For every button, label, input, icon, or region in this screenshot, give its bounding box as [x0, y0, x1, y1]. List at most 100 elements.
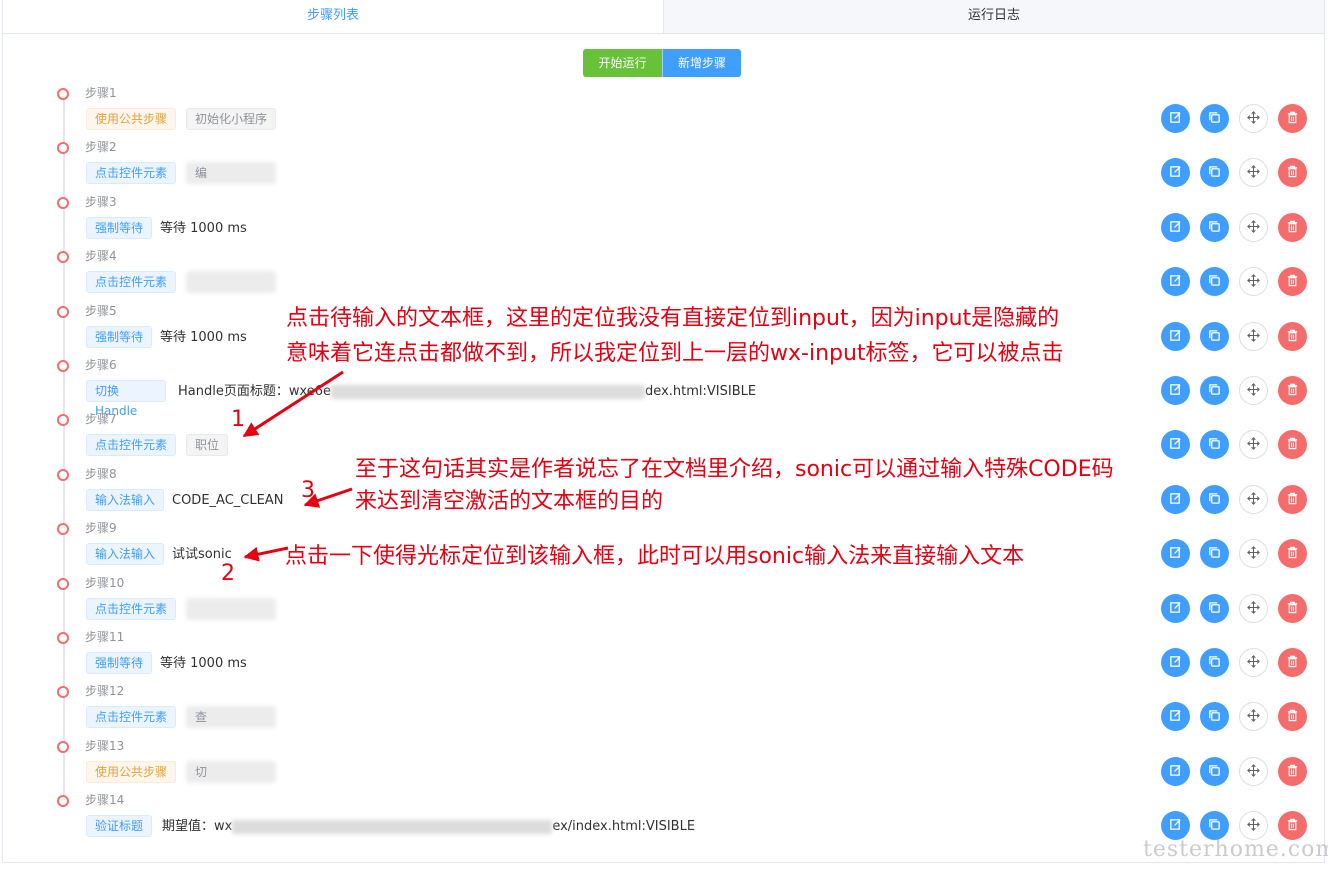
element-tag: 切 — [195, 765, 208, 779]
move-handle[interactable] — [1239, 757, 1268, 786]
copy-button[interactable] — [1200, 648, 1229, 677]
edit-icon — [1169, 544, 1182, 563]
move-handle[interactable] — [1239, 702, 1268, 731]
edit-button[interactable] — [1161, 322, 1190, 351]
delete-button[interactable] — [1278, 158, 1307, 187]
copy-icon — [1208, 381, 1221, 400]
edit-button[interactable] — [1161, 648, 1190, 677]
move-icon — [1247, 218, 1260, 237]
step-value: 等待 1000 ms — [160, 656, 247, 671]
edit-button[interactable] — [1161, 811, 1190, 840]
edit-icon — [1169, 218, 1182, 237]
edit-button[interactable] — [1161, 158, 1190, 187]
delete-button[interactable] — [1278, 104, 1307, 133]
annotation-number-2: 2 — [221, 561, 235, 586]
annotation-3-line1: 至于这句话其实是作者说忘了在文档里介绍，sonic可以通过输入特殊CODE码 — [355, 457, 1114, 482]
edit-button[interactable] — [1161, 213, 1190, 242]
step-type-tag: 使用公共步骤 — [86, 108, 176, 130]
step-item: 步骤3 强制等待 等待 1000 ms — [0, 195, 1328, 249]
delete-button[interactable] — [1278, 757, 1307, 786]
move-handle[interactable] — [1239, 267, 1268, 296]
move-handle[interactable] — [1239, 539, 1268, 568]
copy-button[interactable] — [1200, 213, 1229, 242]
copy-button[interactable] — [1200, 811, 1229, 840]
copy-button[interactable] — [1200, 539, 1229, 568]
copy-button[interactable] — [1200, 485, 1229, 514]
move-handle[interactable] — [1239, 430, 1268, 459]
step-actions — [1161, 104, 1307, 133]
copy-button[interactable] — [1200, 757, 1229, 786]
annotation-3-line2: 来达到清空激活的文本框的目的 — [355, 489, 664, 514]
move-handle[interactable] — [1239, 104, 1268, 133]
copy-button[interactable] — [1200, 104, 1229, 133]
step-actions — [1161, 648, 1307, 677]
copy-button[interactable] — [1200, 267, 1229, 296]
move-handle[interactable] — [1239, 376, 1268, 405]
copy-button[interactable] — [1200, 322, 1229, 351]
edit-button[interactable] — [1161, 430, 1190, 459]
edit-button[interactable] — [1161, 539, 1190, 568]
edit-button[interactable] — [1161, 104, 1190, 133]
delete-button[interactable] — [1278, 322, 1307, 351]
edit-icon — [1169, 163, 1182, 182]
move-icon — [1247, 707, 1260, 726]
start-run-button[interactable]: 开始运行 — [583, 49, 662, 77]
timeline-dot — [57, 578, 69, 590]
move-handle[interactable] — [1239, 485, 1268, 514]
step-title: 步骤2 — [85, 140, 117, 154]
element-tag: 初始化小程序 — [186, 108, 277, 130]
delete-icon — [1286, 816, 1299, 835]
timeline-dot — [57, 469, 69, 481]
step-type-tag: 点击控件元素 — [86, 271, 176, 293]
step-type-tag: 输入法输入 — [86, 543, 164, 565]
step-value: 等待 1000 ms — [160, 221, 247, 236]
move-handle[interactable] — [1239, 322, 1268, 351]
step-title: 步骤3 — [85, 195, 117, 209]
delete-icon — [1286, 599, 1299, 618]
edit-icon — [1169, 327, 1182, 346]
watermark: testerhome.com — [1143, 837, 1328, 862]
copy-button[interactable] — [1200, 594, 1229, 623]
copy-button[interactable] — [1200, 702, 1229, 731]
delete-button[interactable] — [1278, 376, 1307, 405]
step-type-tag: 点击控件元素 — [86, 706, 176, 728]
timeline-dot — [57, 523, 69, 535]
copy-button[interactable] — [1200, 376, 1229, 405]
copy-icon — [1208, 272, 1221, 291]
step-type-tag: 强制等待 — [86, 652, 152, 674]
delete-icon — [1286, 544, 1299, 563]
add-step-button[interactable]: 新增步骤 — [662, 49, 741, 77]
delete-button[interactable] — [1278, 539, 1307, 568]
edit-button[interactable] — [1161, 702, 1190, 731]
move-handle[interactable] — [1239, 213, 1268, 242]
step-value: Handle页面标题：wxe6e dex.html:VISIBLE — [178, 384, 756, 400]
copy-button[interactable] — [1200, 158, 1229, 187]
move-icon — [1247, 435, 1260, 454]
step-value-prefix: Handle页面标题：wxe6e — [178, 384, 332, 399]
delete-button[interactable] — [1278, 702, 1307, 731]
copy-button[interactable] — [1200, 430, 1229, 459]
delete-button[interactable] — [1278, 594, 1307, 623]
tab-run-log[interactable]: 运行日志 — [663, 0, 1324, 33]
edit-button[interactable] — [1161, 594, 1190, 623]
move-handle[interactable] — [1239, 594, 1268, 623]
move-handle[interactable] — [1239, 811, 1268, 840]
move-handle[interactable] — [1239, 158, 1268, 187]
edit-button[interactable] — [1161, 376, 1190, 405]
edit-button[interactable] — [1161, 757, 1190, 786]
edit-button[interactable] — [1161, 485, 1190, 514]
delete-button[interactable] — [1278, 811, 1307, 840]
delete-button[interactable] — [1278, 648, 1307, 677]
delete-button[interactable] — [1278, 267, 1307, 296]
edit-button[interactable] — [1161, 267, 1190, 296]
step-actions — [1161, 539, 1307, 568]
delete-button[interactable] — [1278, 213, 1307, 242]
move-handle[interactable] — [1239, 648, 1268, 677]
copy-icon — [1208, 544, 1221, 563]
tab-step-list[interactable]: 步骤列表 — [3, 0, 663, 33]
delete-button[interactable] — [1278, 485, 1307, 514]
annotation-number-1: 1 — [231, 407, 245, 432]
delete-button[interactable] — [1278, 430, 1307, 459]
tab-bar: 步骤列表 运行日志 — [3, 0, 1324, 34]
annotation-number-3: 3 — [301, 478, 315, 503]
